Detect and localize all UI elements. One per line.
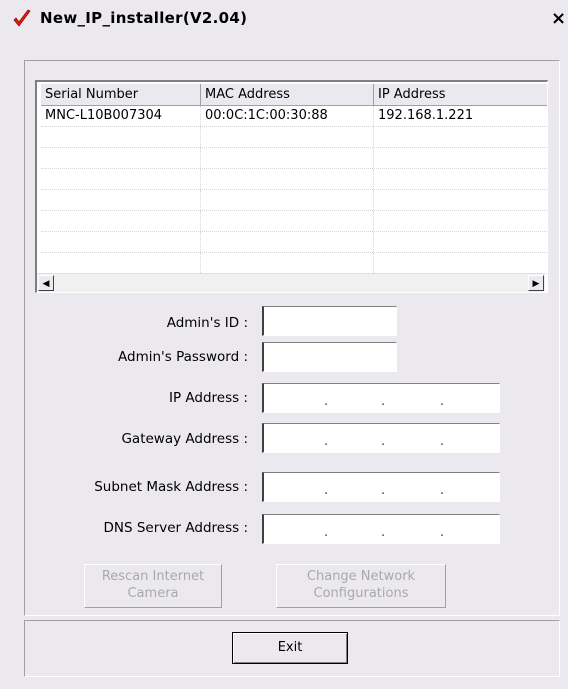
cell-serial-number: MNC-L10B007304 [41,106,201,126]
list-header: Serial Number MAC Address IP Address [41,84,547,106]
empty-row [41,169,547,190]
column-mac-address[interactable]: MAC Address [201,84,374,105]
admin-id-field[interactable] [262,306,397,336]
ip-address-field[interactable]: . . . [262,383,500,413]
scroll-right-icon[interactable]: ▶ [528,275,544,291]
scroll-left-icon[interactable]: ◀ [38,275,54,291]
empty-row [41,190,547,211]
close-icon[interactable]: × [551,8,566,29]
app-checkmark-icon [13,9,31,27]
dns-server-field[interactable]: . . . [262,514,500,544]
change-button-line2: Configurations [313,586,409,601]
admin-id-label: Admin's ID : [166,315,248,331]
subnet-mask-field[interactable]: . . . [262,472,500,502]
column-serial-number[interactable]: Serial Number [41,84,201,105]
empty-row [41,148,547,169]
gateway-address-field[interactable]: . . . [262,423,500,453]
empty-row [41,253,547,274]
window-title: New_IP_installer(V2.04) [40,9,248,27]
dns-server-label: DNS Server Address : [103,520,248,536]
gateway-address-label: Gateway Address : [121,431,248,447]
list-body: MNC-L10B007304 00:0C:1C:00:30:88 192.168… [41,106,547,274]
empty-row [41,127,547,148]
empty-row [41,211,547,232]
column-ip-address[interactable]: IP Address [374,84,547,105]
subnet-mask-label: Subnet Mask Address : [94,479,248,495]
admin-password-field[interactable] [262,342,397,372]
camera-list[interactable]: Serial Number MAC Address IP Address MNC… [35,80,548,293]
rescan-button-line2: Camera [127,586,179,601]
table-row[interactable]: MNC-L10B007304 00:0C:1C:00:30:88 192.168… [41,106,547,127]
rescan-button-line1: Rescan Internet [101,569,205,584]
exit-button[interactable]: Exit [232,632,348,664]
cell-mac-address: 00:0C:1C:00:30:88 [201,106,374,126]
admin-password-label: Admin's Password : [118,349,248,365]
horizontal-scrollbar[interactable]: ◀ ▶ [37,273,545,292]
cell-ip-address: 192.168.1.221 [378,108,474,123]
title-bar: New_IP_installer(V2.04) × [0,0,568,36]
ip-address-label: IP Address : [168,390,248,406]
change-button-line1: Change Network [306,569,416,584]
change-network-button[interactable]: Change Network Configurations [276,564,446,608]
rescan-camera-button[interactable]: Rescan Internet Camera [84,564,222,608]
empty-row [41,232,547,253]
